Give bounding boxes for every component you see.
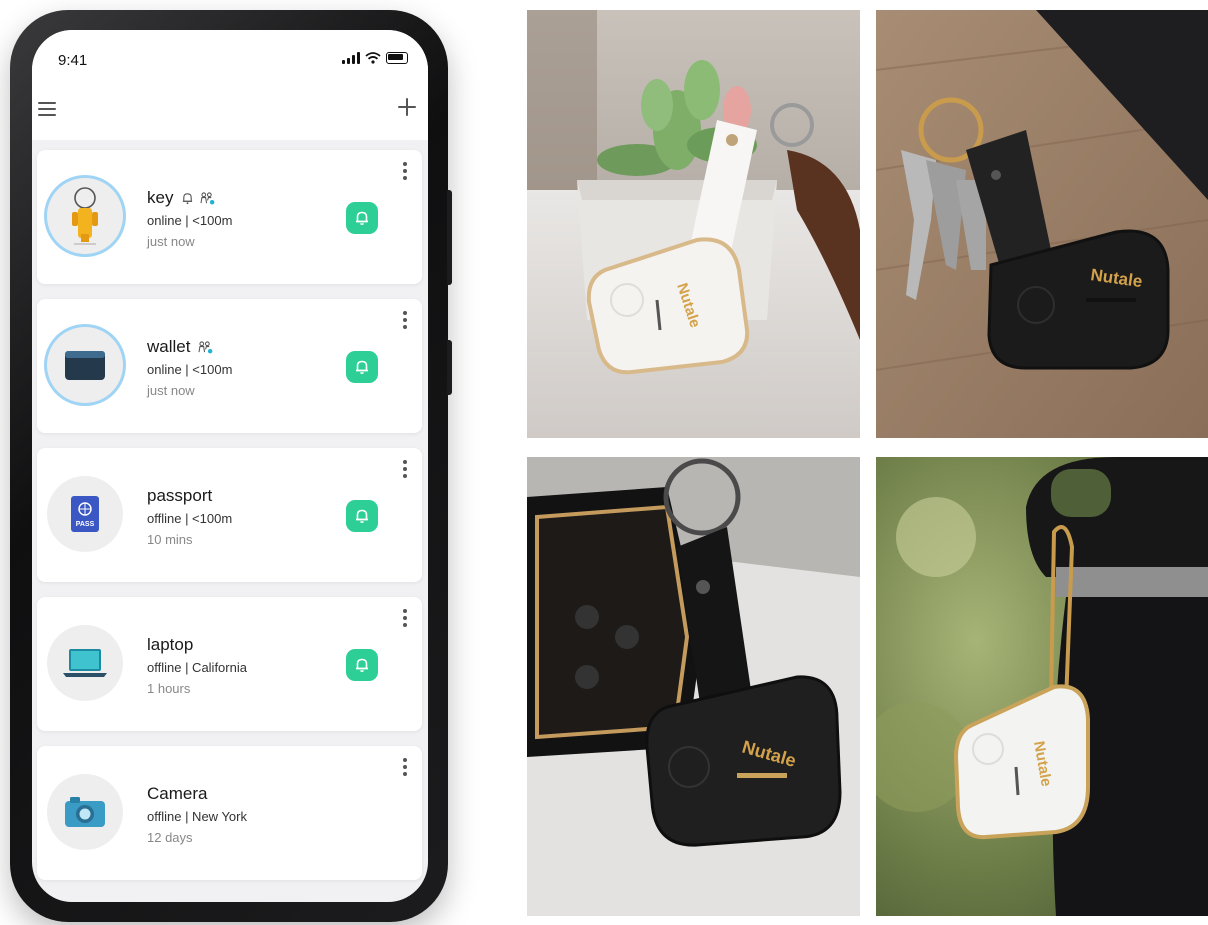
shared-users-icon <box>198 340 213 353</box>
key-icon <box>72 187 98 245</box>
bell-icon <box>356 211 368 225</box>
device-status: offline | California <box>147 660 247 675</box>
alert-bell-icon <box>183 192 193 204</box>
bell-icon <box>356 509 368 523</box>
device-card-passport[interactable]: PASS passport offline | <100m 10 mins <box>37 448 422 582</box>
laptop-icon <box>63 649 107 677</box>
device-last-seen: just now <box>147 234 195 249</box>
app-screen: 9:41 key online | <100m just now wallet … <box>32 30 428 902</box>
ring-device-button[interactable] <box>346 649 378 681</box>
device-last-seen: just now <box>147 383 195 398</box>
device-avatar <box>47 327 123 403</box>
device-status: offline | <100m <box>147 511 233 526</box>
more-options-icon[interactable] <box>402 311 408 329</box>
device-avatar <box>47 774 123 850</box>
status-time: 9:41 <box>58 52 88 69</box>
device-status: online | <100m <box>147 213 233 228</box>
device-name: passport <box>147 486 213 505</box>
more-options-icon[interactable] <box>402 758 408 776</box>
device-avatar <box>47 625 123 701</box>
signal-icon <box>342 52 360 64</box>
shared-users-icon <box>200 191 215 204</box>
device-name: Camera <box>147 784 208 803</box>
device-avatar <box>47 178 123 254</box>
device-name: wallet <box>147 337 213 357</box>
device-name: key <box>147 188 215 208</box>
device-last-seen: 12 days <box>147 830 193 845</box>
device-status: online | <100m <box>147 362 233 377</box>
camera-icon <box>65 797 105 827</box>
app-toolbar <box>32 80 428 140</box>
more-options-icon[interactable] <box>402 460 408 478</box>
photo-black-tag-keys: Nutale <box>876 10 1208 438</box>
wifi-icon <box>365 52 381 64</box>
status-icons <box>342 52 408 64</box>
status-bar: 9:41 <box>32 30 428 80</box>
photo-white-tag-succulent: Nutale <box>527 10 860 438</box>
device-card-wallet[interactable]: wallet online | <100m just now <box>37 299 422 433</box>
device-status: offline | New York <box>147 809 247 824</box>
photo-black-tag-car-key: Nutale <box>527 457 860 916</box>
photo-white-tag-bottle: Nutale <box>876 457 1208 916</box>
device-last-seen: 1 hours <box>147 681 191 696</box>
battery-icon <box>386 52 408 64</box>
ring-device-button[interactable] <box>346 500 378 532</box>
phone-frame: 9:41 key online | <100m just now wallet … <box>10 10 452 922</box>
passport-icon-label: PASS <box>76 521 95 528</box>
more-options-icon[interactable] <box>402 162 408 180</box>
ring-device-button[interactable] <box>346 202 378 234</box>
ring-device-button[interactable] <box>346 351 378 383</box>
device-card-laptop[interactable]: laptop offline | California 1 hours <box>37 597 422 731</box>
add-device-icon[interactable] <box>396 96 418 118</box>
wallet-icon <box>65 351 105 380</box>
device-last-seen: 10 mins <box>147 532 193 547</box>
bell-icon <box>356 360 368 374</box>
device-avatar: PASS <box>47 476 123 552</box>
device-card-key[interactable]: key online | <100m just now <box>37 150 422 284</box>
more-options-icon[interactable] <box>402 609 408 627</box>
device-card-camera[interactable]: Camera offline | New York 12 days <box>37 746 422 880</box>
passport-icon: PASS <box>71 496 99 532</box>
bell-icon <box>356 658 368 672</box>
menu-icon[interactable] <box>38 102 56 116</box>
device-name: laptop <box>147 635 194 654</box>
